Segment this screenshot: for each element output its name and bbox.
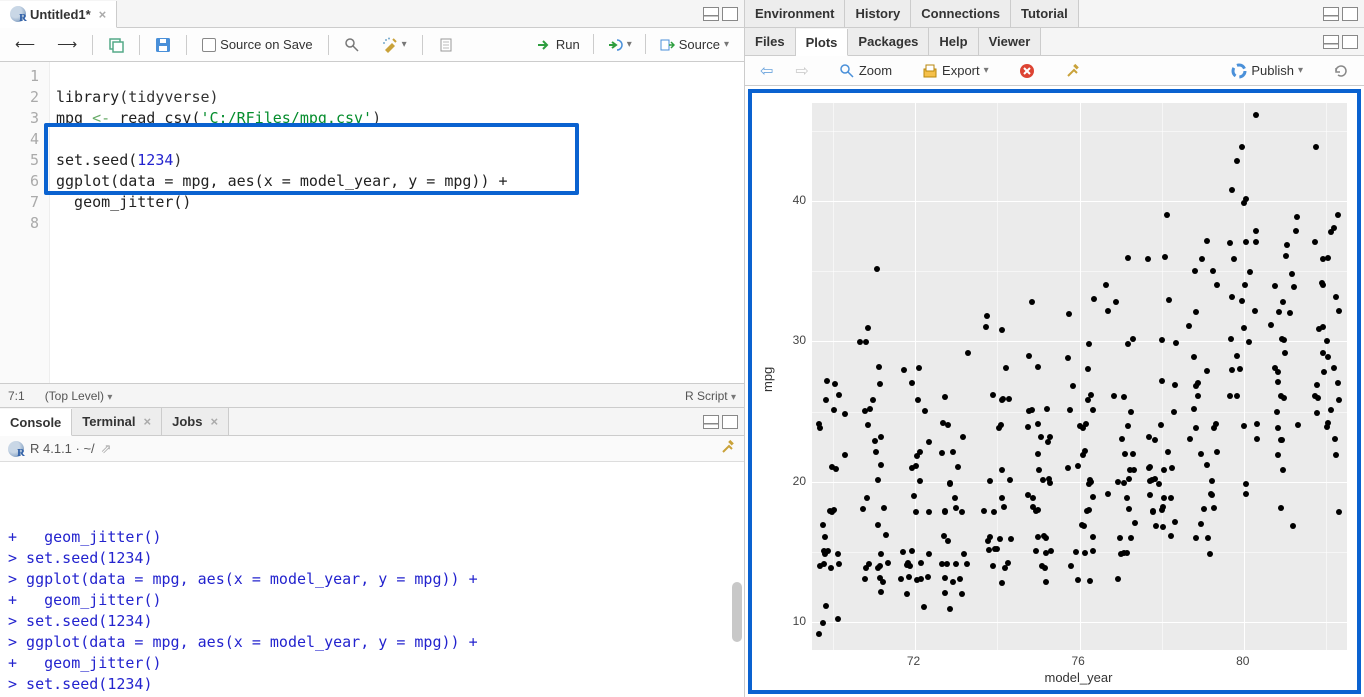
export-label: Export bbox=[942, 63, 980, 78]
editor-statusbar: 7:1 (Top Level) R Script bbox=[0, 383, 744, 407]
maximize-pane-icon[interactable] bbox=[722, 7, 738, 21]
plot-panel bbox=[812, 103, 1347, 650]
close-icon[interactable]: × bbox=[210, 414, 218, 429]
save-button[interactable] bbox=[148, 34, 178, 56]
minimize-pane-icon[interactable] bbox=[1323, 7, 1339, 21]
r-logo-icon bbox=[8, 441, 24, 457]
code-body: library(tidyverse) mpg <- read_csv('C:/R… bbox=[50, 62, 744, 383]
console-subheader: R 4.1.1 · ~/ ⇗ bbox=[0, 436, 744, 462]
tab-terminal[interactable]: Terminal× bbox=[72, 408, 162, 435]
code-tools-button[interactable] bbox=[375, 34, 414, 56]
console-output[interactable]: + geom_jitter()> set.seed(1234)> ggplot(… bbox=[0, 462, 744, 697]
gutter: 1 2 3 4 5 6 7 8 bbox=[0, 62, 50, 383]
maximize-pane-icon[interactable] bbox=[1342, 35, 1358, 49]
plot-next-button[interactable]: ⇨ bbox=[788, 58, 815, 84]
source-window-icons bbox=[703, 7, 744, 21]
r-version: R 4.1.1 · ~/ bbox=[30, 441, 95, 456]
tab-connections[interactable]: Connections bbox=[911, 0, 1011, 27]
tab-help[interactable]: Help bbox=[929, 28, 978, 55]
console-window-icons bbox=[703, 415, 744, 429]
clear-console-button[interactable] bbox=[720, 439, 736, 458]
editor-tab[interactable]: Untitled1* × bbox=[0, 1, 117, 28]
console-pane: Console Terminal× Jobs× R 4.1.1 · ~/ ⇗ +… bbox=[0, 407, 744, 697]
source-toolbar: ⟵ ⟶ Source on Save bbox=[0, 28, 744, 62]
env-window-icons bbox=[1323, 7, 1364, 21]
cursor-pos: 7:1 bbox=[8, 389, 25, 403]
plots-window-icons bbox=[1323, 35, 1364, 49]
publish-button[interactable]: Publish bbox=[1224, 60, 1310, 82]
editor-tab-title: Untitled1* bbox=[30, 7, 91, 22]
forward-button[interactable]: ⟶ bbox=[50, 33, 84, 56]
run-label: Run bbox=[556, 37, 580, 52]
maximize-pane-icon[interactable] bbox=[1342, 7, 1358, 21]
env-tabbar: Environment History Connections Tutorial bbox=[745, 0, 1364, 28]
plot-prev-button[interactable]: ⇦ bbox=[753, 58, 780, 84]
minimize-pane-icon[interactable] bbox=[1323, 35, 1339, 49]
plots-tabbar: Files Plots Packages Help Viewer bbox=[745, 28, 1364, 56]
tab-jobs[interactable]: Jobs× bbox=[162, 408, 229, 435]
tab-console[interactable]: Console bbox=[0, 409, 72, 436]
show-in-new-window-button[interactable] bbox=[101, 34, 131, 56]
rerun-button[interactable] bbox=[600, 34, 639, 56]
tab-viewer[interactable]: Viewer bbox=[979, 28, 1042, 55]
tab-environment[interactable]: Environment bbox=[745, 0, 845, 27]
zoom-button[interactable]: Zoom bbox=[832, 60, 899, 82]
tab-packages[interactable]: Packages bbox=[848, 28, 929, 55]
find-button[interactable] bbox=[337, 34, 367, 56]
minimize-pane-icon[interactable] bbox=[703, 7, 719, 21]
code-editor[interactable]: 1 2 3 4 5 6 7 8 library(tidyverse) mpg <… bbox=[0, 62, 744, 383]
refresh-plot-button[interactable] bbox=[1326, 60, 1356, 82]
maximize-pane-icon[interactable] bbox=[722, 415, 738, 429]
plot-area: 72768010203040model_yearmpg bbox=[748, 89, 1361, 694]
run-button[interactable]: Run bbox=[529, 34, 587, 56]
source-on-save-label: Source on Save bbox=[220, 37, 313, 52]
r-file-icon bbox=[10, 6, 26, 22]
scope-selector[interactable]: (Top Level) bbox=[45, 389, 113, 403]
console-tabbar: Console Terminal× Jobs× bbox=[0, 408, 744, 436]
source-tabbar: Untitled1* × bbox=[0, 0, 744, 28]
publish-label: Publish bbox=[1251, 63, 1294, 78]
remove-plot-button[interactable] bbox=[1012, 60, 1042, 82]
source-label: Source bbox=[679, 37, 720, 52]
checkbox-icon bbox=[202, 38, 216, 52]
zoom-label: Zoom bbox=[859, 63, 892, 78]
clear-all-button[interactable] bbox=[1058, 60, 1088, 82]
tab-history[interactable]: History bbox=[845, 0, 911, 27]
close-icon[interactable]: × bbox=[99, 7, 107, 22]
lang-selector[interactable]: R Script bbox=[685, 389, 736, 403]
tab-files[interactable]: Files bbox=[745, 28, 796, 55]
compile-report-button[interactable] bbox=[431, 34, 461, 56]
minimize-pane-icon[interactable] bbox=[703, 415, 719, 429]
close-icon[interactable]: × bbox=[144, 414, 152, 429]
scrollbar-thumb[interactable] bbox=[732, 582, 742, 642]
tab-tutorial[interactable]: Tutorial bbox=[1011, 0, 1079, 27]
plots-toolbar: ⇦ ⇨ Zoom Export Publish bbox=[745, 56, 1364, 86]
source-button[interactable]: Source bbox=[652, 34, 736, 56]
popout-icon[interactable]: ⇗ bbox=[101, 441, 112, 457]
back-button[interactable]: ⟵ bbox=[8, 33, 42, 56]
tab-plots[interactable]: Plots bbox=[796, 29, 849, 56]
export-button[interactable]: Export bbox=[915, 60, 996, 82]
source-on-save-checkbox[interactable]: Source on Save bbox=[195, 34, 320, 55]
